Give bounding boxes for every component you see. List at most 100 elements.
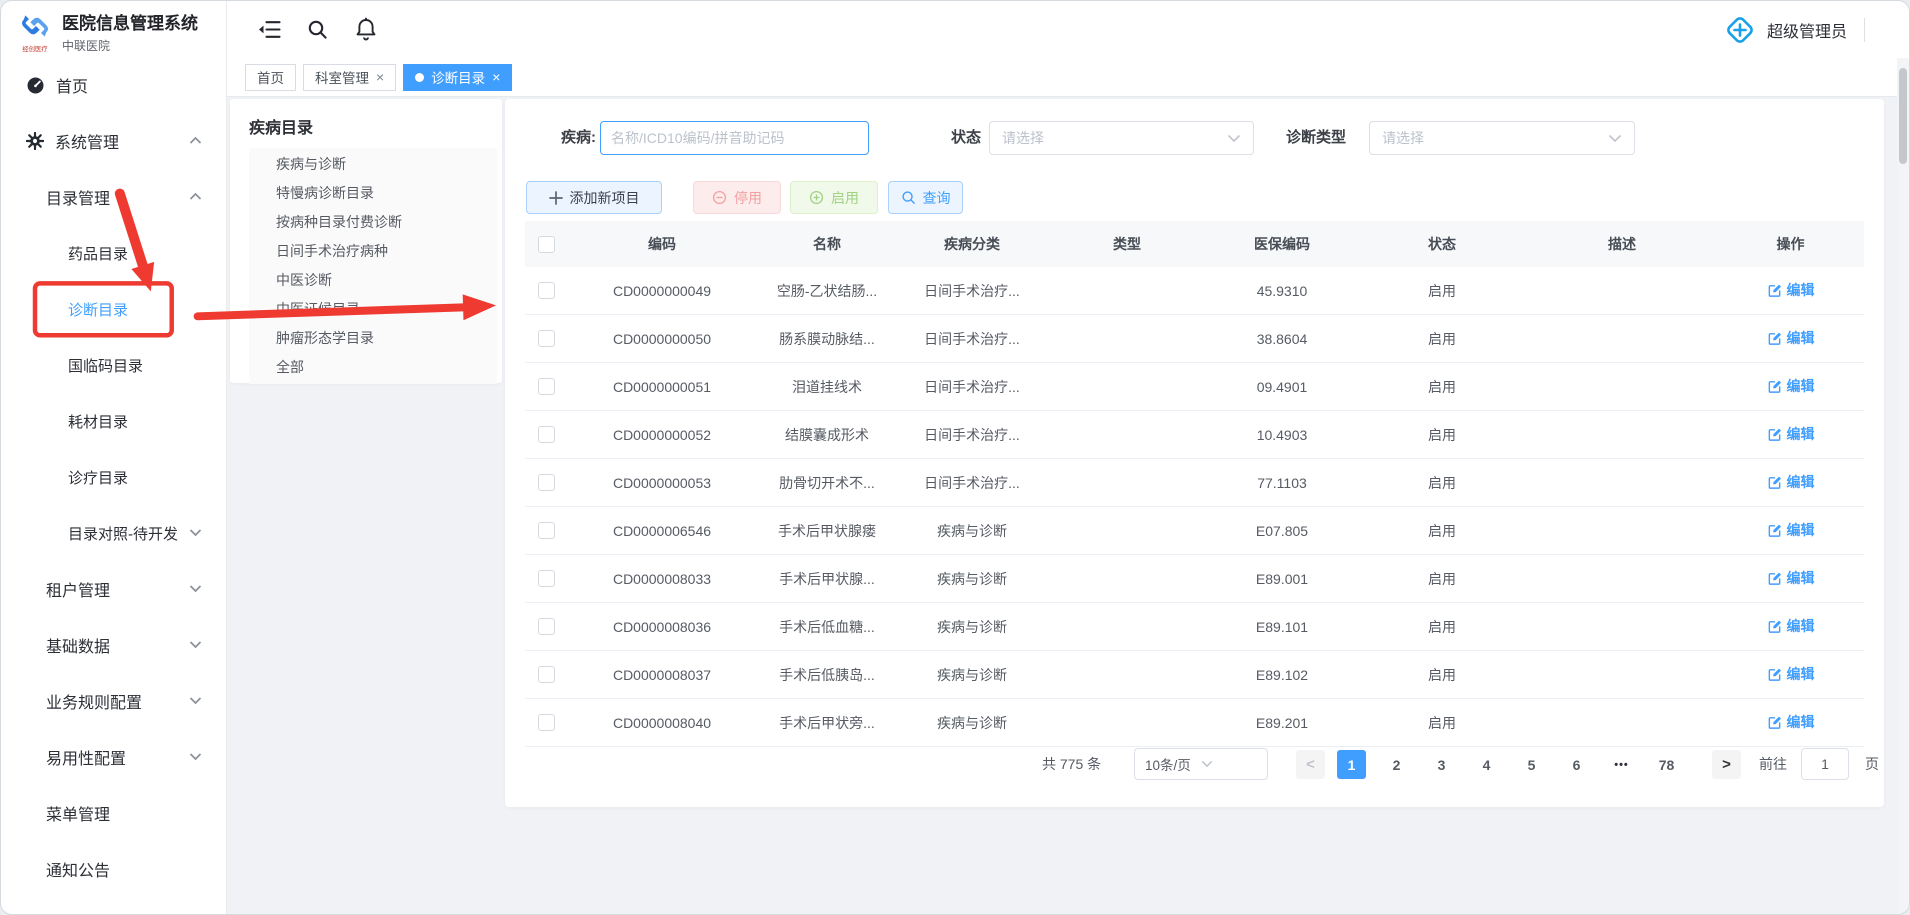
add-item-button[interactable]: 添加新项目 — [526, 181, 662, 214]
edit-button[interactable]: 编辑 — [1767, 616, 1815, 636]
sidebar-item-drug-catalog[interactable]: 药品目录 — [1, 225, 226, 281]
status-select[interactable]: 请选择 — [989, 121, 1254, 155]
tab-department-management[interactable]: 科室管理× — [303, 64, 396, 91]
sidebar-item-base-data[interactable]: 基础数据 — [1, 617, 226, 673]
catalog-item[interactable]: 全部 — [249, 353, 497, 382]
row-checkbox[interactable] — [538, 378, 555, 395]
select-all-checkbox[interactable] — [538, 236, 555, 253]
sidebar-item-tenant-management[interactable]: 租户管理 — [1, 561, 226, 617]
tab-diagnosis-catalog[interactable]: 诊断目录× — [403, 64, 512, 91]
page-button-78[interactable]: 78 — [1652, 750, 1681, 779]
sidebar-item-national-code-catalog[interactable]: 国临码目录 — [1, 337, 226, 393]
page-button-6[interactable]: 6 — [1562, 750, 1591, 779]
sidebar-item-business-rules[interactable]: 业务规则配置 — [1, 673, 226, 729]
page-button-1[interactable]: 1 — [1337, 750, 1366, 779]
row-checkbox[interactable] — [538, 330, 555, 347]
edit-button[interactable]: 编辑 — [1767, 568, 1815, 588]
sidebar-item-diagnosis-catalog[interactable]: 诊断目录 — [1, 281, 226, 337]
row-checkbox[interactable] — [538, 570, 555, 587]
page-button-3[interactable]: 3 — [1427, 750, 1456, 779]
edit-button[interactable]: 编辑 — [1767, 376, 1815, 396]
cell-category: 疾病与诊断 — [897, 699, 1047, 747]
edit-button[interactable]: 编辑 — [1767, 280, 1815, 300]
checkbox-cell — [525, 459, 567, 507]
cell-type — [1047, 507, 1207, 555]
header-checkbox-cell — [525, 221, 567, 267]
sidebar-item-home[interactable]: 首页 — [1, 57, 226, 113]
cell-category: 日间手术治疗... — [897, 267, 1047, 315]
page-ellipsis[interactable]: ••• — [1607, 750, 1636, 779]
catalog-item[interactable]: 按病种目录付费诊断 — [249, 208, 497, 237]
sidebar-item-label: 系统管理 — [55, 129, 119, 153]
menu-collapse-icon[interactable] — [258, 20, 281, 39]
goto-page-input[interactable] — [1801, 748, 1849, 780]
row-checkbox[interactable] — [538, 282, 555, 299]
sidebar-item-notice[interactable]: 通知公告 — [1, 841, 226, 897]
sidebar-item-system-management[interactable]: 系统管理 — [1, 113, 226, 169]
row-checkbox[interactable] — [538, 666, 555, 683]
sidebar-item-usability-config[interactable]: 易用性配置 — [1, 729, 226, 785]
close-icon[interactable]: × — [492, 70, 500, 84]
page-button-5[interactable]: 5 — [1517, 750, 1546, 779]
cell-action: 编辑 — [1717, 555, 1864, 603]
cell-category: 疾病与诊断 — [897, 651, 1047, 699]
edit-button[interactable]: 编辑 — [1767, 520, 1815, 540]
row-checkbox[interactable] — [538, 426, 555, 443]
tab-home[interactable]: 首页 — [245, 64, 296, 91]
disease-catalog-panel: 疾病目录 疾病与诊断特慢病诊断目录按病种目录付费诊断日间手术治疗病种中医诊断中医… — [230, 99, 502, 383]
cell-type — [1047, 411, 1207, 459]
enable-button[interactable]: 启用 — [790, 181, 878, 214]
disease-search-input[interactable] — [600, 121, 869, 155]
sidebar-item-catalog-management[interactable]: 目录管理 — [1, 169, 226, 225]
bell-icon[interactable] — [355, 17, 377, 41]
page-size-select[interactable]: 10条/页 — [1134, 748, 1268, 780]
edit-button[interactable]: 编辑 — [1767, 424, 1815, 444]
row-checkbox[interactable] — [538, 618, 555, 635]
user-area[interactable]: 超级管理员 — [1724, 1, 1865, 58]
catalog-item[interactable]: 疾病与诊断 — [249, 150, 497, 179]
catalog-item[interactable]: 日间手术治疗病种 — [249, 237, 497, 266]
chevron-up-icon — [189, 192, 202, 201]
column-header: 编码 — [567, 221, 757, 267]
disable-button[interactable]: 停用 — [693, 181, 781, 214]
scrollbar-thumb[interactable] — [1899, 68, 1907, 164]
diagnosis-type-select[interactable]: 请选择 — [1369, 121, 1635, 155]
row-checkbox[interactable] — [538, 714, 555, 731]
query-button[interactable]: 查询 — [888, 181, 963, 214]
row-checkbox[interactable] — [538, 474, 555, 491]
sidebar-item-menu-management[interactable]: 菜单管理 — [1, 785, 226, 841]
search-icon[interactable] — [307, 19, 328, 40]
edit-icon — [1767, 283, 1782, 298]
cell-desc — [1527, 267, 1717, 315]
app-subtitle: 中联医院 — [62, 37, 198, 54]
edit-button[interactable]: 编辑 — [1767, 712, 1815, 732]
catalog-item[interactable]: 肿瘤形态学目录 — [249, 324, 497, 353]
sidebar-item-consumable-catalog[interactable]: 耗材目录 — [1, 393, 226, 449]
sidebar-item-label: 通知公告 — [46, 857, 110, 881]
cell-category: 疾病与诊断 — [897, 507, 1047, 555]
cell-desc — [1527, 411, 1717, 459]
sidebar-item-label: 首页 — [56, 73, 88, 97]
sidebar-item-label: 目录对照-待开发 — [68, 523, 178, 544]
page-button-4[interactable]: 4 — [1472, 750, 1501, 779]
column-header: 疾病分类 — [897, 221, 1047, 267]
page-button-2[interactable]: 2 — [1382, 750, 1411, 779]
cell-insurance-code: 10.4903 — [1207, 411, 1357, 459]
prev-page-button[interactable]: < — [1296, 750, 1325, 779]
edit-button[interactable]: 编辑 — [1767, 472, 1815, 492]
close-icon[interactable]: × — [376, 70, 384, 84]
edit-label: 编辑 — [1787, 712, 1815, 732]
edit-button[interactable]: 编辑 — [1767, 328, 1815, 348]
page-size-value: 10条/页 — [1145, 754, 1201, 774]
tab-label: 首页 — [257, 67, 284, 87]
catalog-item[interactable]: 特慢病诊断目录 — [249, 179, 497, 208]
next-page-button[interactable]: > — [1712, 750, 1741, 779]
catalog-item[interactable]: 中医诊断 — [249, 266, 497, 295]
cell-insurance-code: 38.8604 — [1207, 315, 1357, 363]
row-checkbox[interactable] — [538, 522, 555, 539]
sidebar-item-treatment-catalog[interactable]: 诊疗目录 — [1, 449, 226, 505]
sidebar-item-catalog-mapping[interactable]: 目录对照-待开发 — [1, 505, 226, 561]
catalog-item[interactable]: 中医证候目录 — [249, 295, 497, 324]
edit-button[interactable]: 编辑 — [1767, 664, 1815, 684]
cell-action: 编辑 — [1717, 411, 1864, 459]
